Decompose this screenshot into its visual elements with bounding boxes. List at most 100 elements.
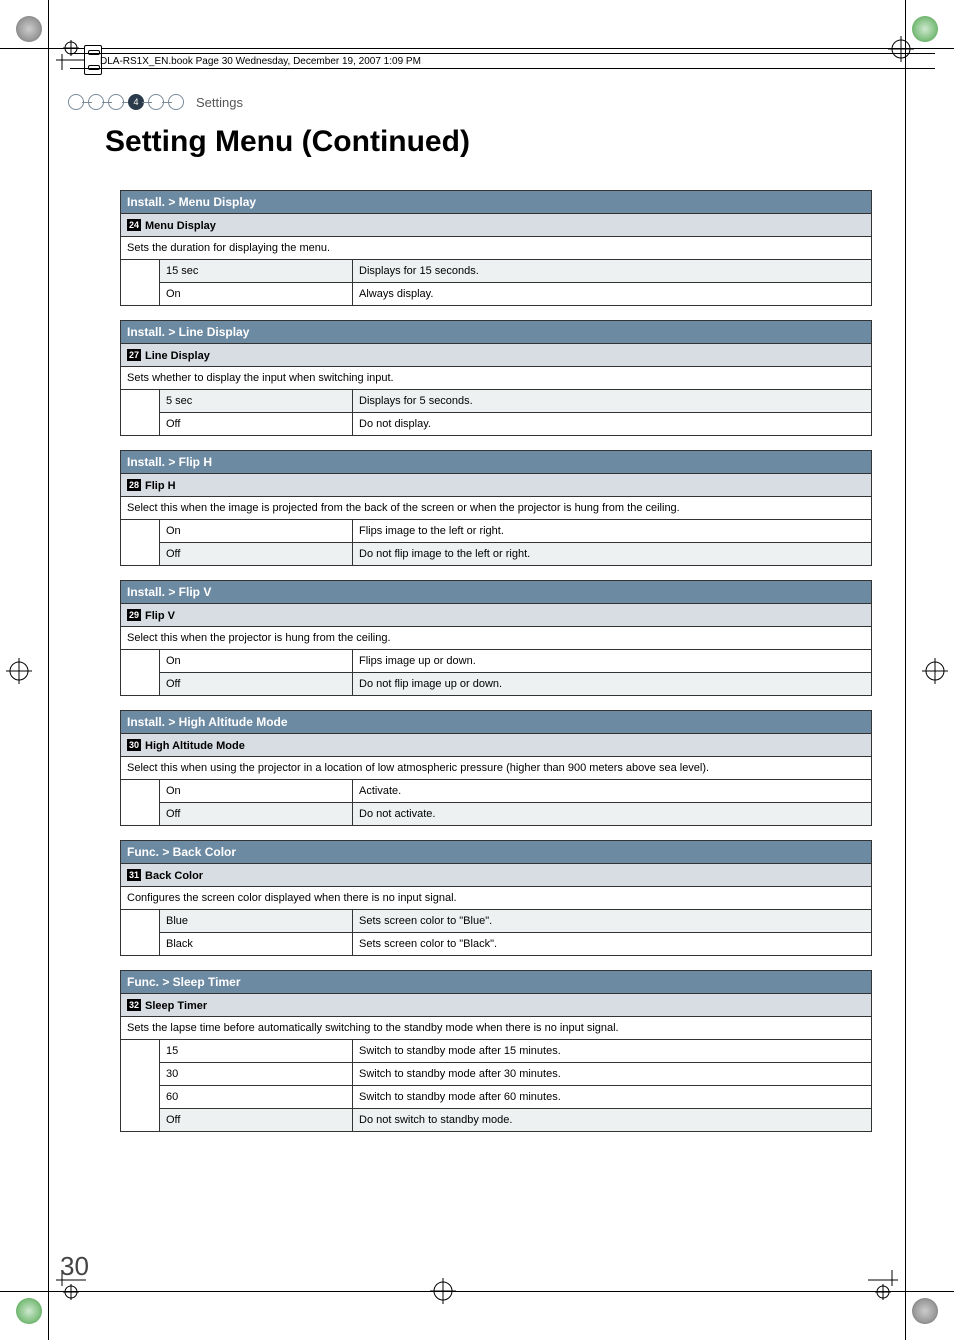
option-spacer bbox=[121, 650, 160, 696]
section-subheader: 28Flip H bbox=[121, 474, 872, 497]
option-name: On bbox=[160, 283, 353, 306]
option-desc: Flips image to the left or right. bbox=[353, 520, 872, 543]
chapter-dot bbox=[168, 94, 184, 110]
option-spacer bbox=[121, 260, 160, 306]
section-subheader: 32Sleep Timer bbox=[121, 994, 872, 1017]
corner-disc-br bbox=[912, 1298, 938, 1324]
page-number: 30 bbox=[60, 1251, 89, 1282]
settings-section: Install. > Line Display27Line DisplaySet… bbox=[120, 320, 872, 436]
option-name: 60 bbox=[160, 1086, 353, 1109]
section-desc: Sets the lapse time before automatically… bbox=[121, 1017, 872, 1040]
option-spacer bbox=[121, 910, 160, 956]
option-row: OffDo not switch to standby mode. bbox=[121, 1109, 872, 1132]
option-row: 30Switch to standby mode after 30 minute… bbox=[121, 1063, 872, 1086]
option-name: Off bbox=[160, 803, 353, 826]
option-name: 15 bbox=[160, 1040, 353, 1063]
section-desc: Sets whether to display the input when s… bbox=[121, 367, 872, 390]
section-subheader: 31Back Color bbox=[121, 864, 872, 887]
section-desc: Select this when the image is projected … bbox=[121, 497, 872, 520]
option-desc: Always display. bbox=[353, 283, 872, 306]
option-spacer bbox=[121, 1040, 160, 1132]
section-desc: Sets the duration for displaying the men… bbox=[121, 237, 872, 260]
option-row: BlackSets screen color to "Black". bbox=[121, 933, 872, 956]
section-header: Install. > Line Display bbox=[121, 321, 872, 344]
option-row: OffDo not activate. bbox=[121, 803, 872, 826]
settings-section: Install. > Flip V29Flip VSelect this whe… bbox=[120, 580, 872, 696]
option-name: Off bbox=[160, 413, 353, 436]
option-desc: Flips image up or down. bbox=[353, 650, 872, 673]
option-name: On bbox=[160, 780, 353, 803]
option-row: OffDo not flip image to the left or righ… bbox=[121, 543, 872, 566]
option-row: BlueSets screen color to "Blue". bbox=[121, 910, 872, 933]
crop-line-bottom bbox=[0, 1291, 954, 1292]
crop-line-right bbox=[905, 0, 906, 1340]
section-desc: Select this when the projector is hung f… bbox=[121, 627, 872, 650]
section-subheader: 24Menu Display bbox=[121, 214, 872, 237]
doc-header: DLA-RS1X_EN.book Page 30 Wednesday, Dece… bbox=[70, 53, 935, 69]
option-row: OnActivate. bbox=[121, 780, 872, 803]
settings-section: Install. > Menu Display24Menu DisplaySet… bbox=[120, 190, 872, 306]
option-desc: Switch to standby mode after 60 minutes. bbox=[353, 1086, 872, 1109]
section-header: Install. > Menu Display bbox=[121, 191, 872, 214]
settings-section: Install. > High Altitude Mode30High Alti… bbox=[120, 710, 872, 826]
option-name: 15 sec bbox=[160, 260, 353, 283]
registration-mark-left bbox=[6, 658, 32, 684]
corner-disc-tr bbox=[912, 16, 938, 42]
option-row: 5 secDisplays for 5 seconds. bbox=[121, 390, 872, 413]
option-desc: Switch to standby mode after 15 minutes. bbox=[353, 1040, 872, 1063]
registration-mark-right bbox=[922, 658, 948, 684]
option-desc: Sets screen color to "Blue". bbox=[353, 910, 872, 933]
option-row: OnAlways display. bbox=[121, 283, 872, 306]
option-name: Off bbox=[160, 543, 353, 566]
section-header: Install. > Flip V bbox=[121, 581, 872, 604]
corner-disc-bl bbox=[16, 1298, 42, 1324]
option-spacer bbox=[121, 520, 160, 566]
option-spacer bbox=[121, 390, 160, 436]
option-desc: Displays for 15 seconds. bbox=[353, 260, 872, 283]
option-row: OffDo not display. bbox=[121, 413, 872, 436]
section-header: Install. > High Altitude Mode bbox=[121, 711, 872, 734]
option-name: On bbox=[160, 650, 353, 673]
section-header: Install. > Flip H bbox=[121, 451, 872, 474]
option-name: Off bbox=[160, 1109, 353, 1132]
option-row: 15Switch to standby mode after 15 minute… bbox=[121, 1040, 872, 1063]
option-name: 30 bbox=[160, 1063, 353, 1086]
chapter-label: Settings bbox=[196, 95, 243, 110]
settings-tables: Install. > Menu Display24Menu DisplaySet… bbox=[120, 190, 872, 1146]
option-desc: Do not switch to standby mode. bbox=[353, 1109, 872, 1132]
crop-line-top bbox=[0, 48, 954, 49]
option-name: 5 sec bbox=[160, 390, 353, 413]
corner-mark-br bbox=[868, 1270, 898, 1300]
option-desc: Do not activate. bbox=[353, 803, 872, 826]
option-row: OnFlips image up or down. bbox=[121, 650, 872, 673]
option-name: Blue bbox=[160, 910, 353, 933]
section-desc: Select this when using the projector in … bbox=[121, 757, 872, 780]
option-desc: Displays for 5 seconds. bbox=[353, 390, 872, 413]
option-desc: Activate. bbox=[353, 780, 872, 803]
option-desc: Do not flip image to the left or right. bbox=[353, 543, 872, 566]
registration-mark-bottom bbox=[430, 1278, 456, 1304]
option-desc: Do not display. bbox=[353, 413, 872, 436]
corner-disc-tl bbox=[16, 16, 42, 42]
settings-section: Func. > Back Color31Back ColorConfigures… bbox=[120, 840, 872, 956]
section-subheader: 29Flip V bbox=[121, 604, 872, 627]
page-title: Setting Menu (Continued) bbox=[105, 125, 470, 159]
section-subheader: 27Line Display bbox=[121, 344, 872, 367]
option-desc: Sets screen color to "Black". bbox=[353, 933, 872, 956]
option-name: Off bbox=[160, 673, 353, 696]
doc-header-text: DLA-RS1X_EN.book Page 30 Wednesday, Dece… bbox=[100, 56, 421, 67]
section-header: Func. > Sleep Timer bbox=[121, 971, 872, 994]
settings-section: Func. > Sleep Timer32Sleep TimerSets the… bbox=[120, 970, 872, 1132]
option-row: 15 secDisplays for 15 seconds. bbox=[121, 260, 872, 283]
crop-line-left bbox=[48, 0, 49, 1340]
option-row: 60Switch to standby mode after 60 minute… bbox=[121, 1086, 872, 1109]
option-name: On bbox=[160, 520, 353, 543]
option-name: Black bbox=[160, 933, 353, 956]
settings-section: Install. > Flip H28Flip HSelect this whe… bbox=[120, 450, 872, 566]
section-desc: Configures the screen color displayed wh… bbox=[121, 887, 872, 910]
chapter-indicator: 4 Settings bbox=[70, 94, 243, 110]
section-subheader: 30High Altitude Mode bbox=[121, 734, 872, 757]
option-desc: Switch to standby mode after 30 minutes. bbox=[353, 1063, 872, 1086]
section-header: Func. > Back Color bbox=[121, 841, 872, 864]
option-spacer bbox=[121, 780, 160, 826]
